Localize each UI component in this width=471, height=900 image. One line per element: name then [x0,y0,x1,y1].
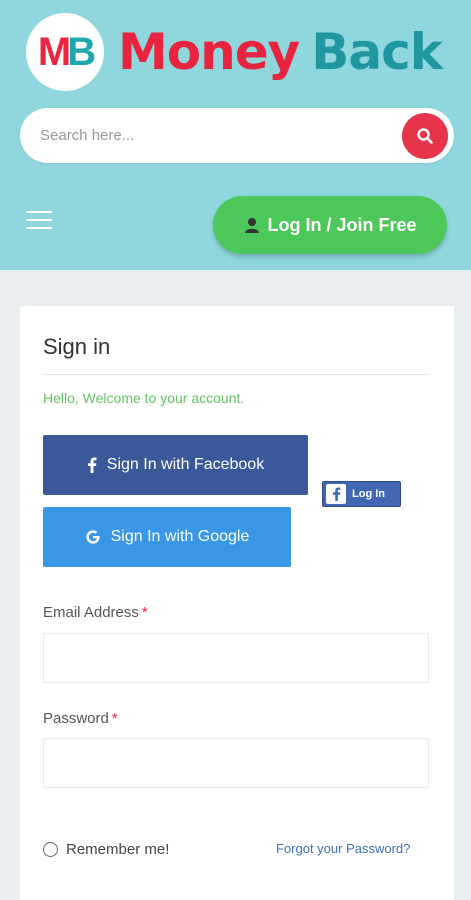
logo-letter-b: B [67,30,96,74]
search-bar [20,108,454,163]
login-join-button[interactable]: Log In / Join Free [213,196,447,254]
google-signin-label: Sign In with Google [110,528,250,545]
facebook-login-small-label: Log In [352,488,385,500]
required-marker: * [111,710,118,727]
forgot-password-link[interactable]: Forgot your Password? [276,841,410,856]
google-icon [85,529,101,545]
logo-letter-m: M [37,30,71,74]
brand-word-money: Money [118,23,300,81]
brand-name: Money Back [118,27,443,77]
password-label: Password * [43,710,118,727]
user-icon [243,216,261,234]
search-icon [417,128,433,144]
logo-mark: MB [26,13,104,91]
page-title: Sign in [43,334,111,359]
required-marker: * [141,604,148,621]
remember-me-radio[interactable] [43,842,58,857]
password-label-text: Password [43,710,109,727]
email-label: Email Address * [43,604,148,621]
brand-word-back: Back [311,23,443,81]
password-field[interactable] [43,738,429,788]
site-header: MB MoneyBack Log In / Join Free [0,0,471,270]
facebook-login-small-button[interactable]: Log In [322,481,401,507]
email-field[interactable] [43,633,429,683]
hamburger-icon[interactable] [26,211,52,231]
remember-me-label: Remember me! [66,841,170,858]
divider [43,374,429,375]
login-join-label: Log In / Join Free [267,214,417,235]
search-button[interactable] [402,113,448,159]
search-input[interactable] [40,120,390,150]
facebook-icon [87,457,97,473]
facebook-signin-label: Sign In with Facebook [106,456,265,473]
brand-logo[interactable]: MB Money Back [26,12,443,92]
google-signin-button[interactable]: Sign In with Google [43,507,291,567]
signin-card: Sign in Hello, Welcome to your account. … [20,306,454,900]
welcome-message: Hello, Welcome to your account. [43,390,245,406]
email-label-text: Email Address [43,604,139,621]
remember-me-option[interactable]: Remember me! [43,841,169,858]
facebook-signin-button[interactable]: Sign In with Facebook [43,435,308,495]
facebook-icon [326,484,346,504]
